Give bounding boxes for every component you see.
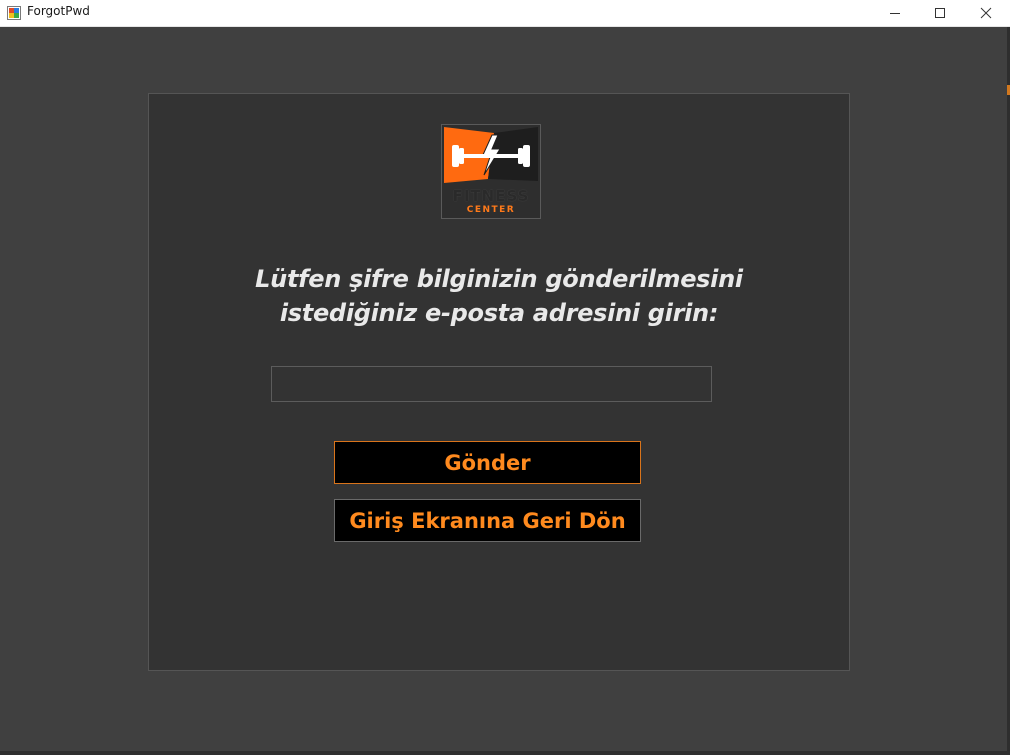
logo-subword: CENTER xyxy=(466,205,516,215)
barbell-lightning-logo-icon xyxy=(444,127,538,183)
send-button[interactable]: Gönder xyxy=(334,441,641,484)
close-icon xyxy=(980,7,992,19)
app-icon xyxy=(7,5,21,20)
instruction-text: Lütfen şifre bilginizin gönderilmesini i… xyxy=(209,262,789,330)
maximize-icon xyxy=(935,8,945,18)
minimize-button[interactable] xyxy=(872,0,918,26)
back-to-login-button[interactable]: Giriş Ekranına Geri Dön xyxy=(334,499,641,542)
minimize-icon xyxy=(890,13,900,14)
close-button[interactable] xyxy=(963,0,1009,26)
instruction-line-1: Lütfen şifre bilginizin gönderilmesini xyxy=(255,265,743,293)
maximize-button[interactable] xyxy=(917,0,963,26)
logo-word: FITNESS xyxy=(452,187,530,205)
title-bar[interactable]: ForgotPwd xyxy=(0,0,1010,27)
fitness-center-logo: FITNESS CENTER xyxy=(441,124,541,219)
instruction-line-2: istediğiniz e-posta adresini girin: xyxy=(279,299,719,327)
forgot-password-panel: FITNESS CENTER Lütfen şifre bilginizin g… xyxy=(148,93,850,671)
email-input[interactable] xyxy=(271,366,712,402)
forgot-password-window: ForgotPwd FITNESS CENTER Lütfen şifre bi… xyxy=(0,0,1010,755)
window-title: ForgotPwd xyxy=(27,4,90,18)
bottom-strip xyxy=(0,751,1010,755)
